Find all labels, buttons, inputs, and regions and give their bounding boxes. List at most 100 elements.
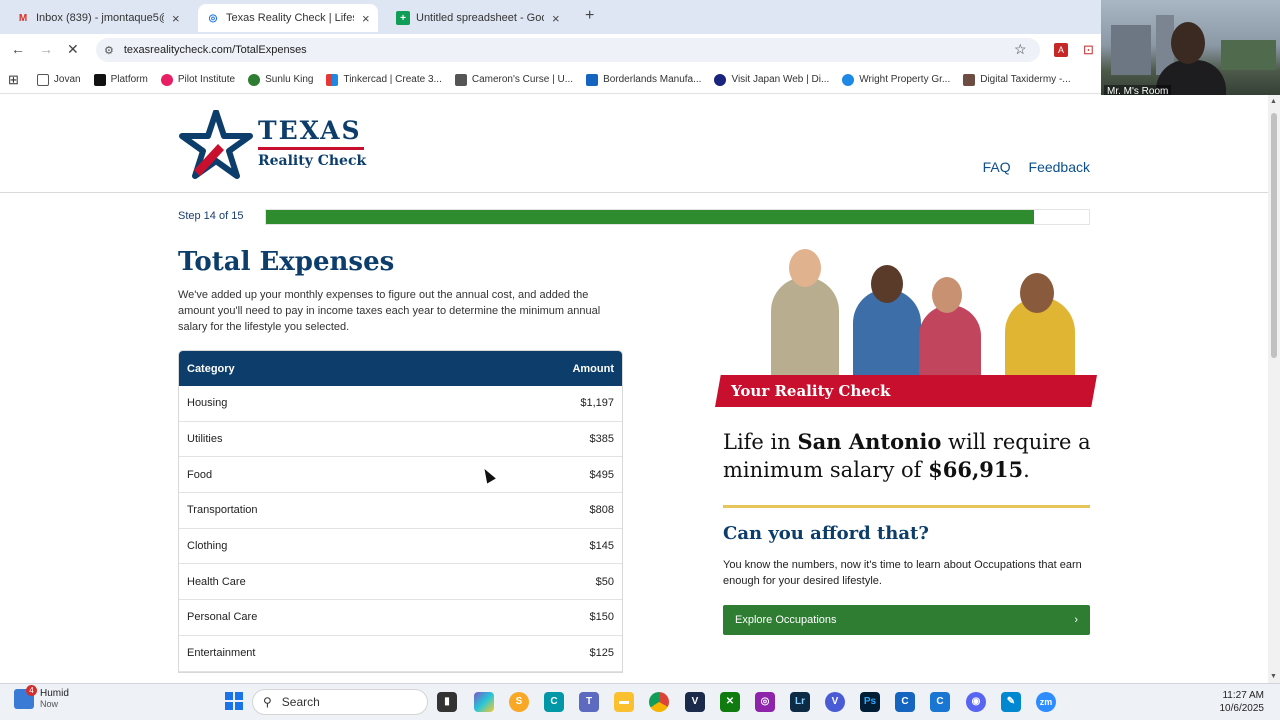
bookmark-label: Pilot Institute [177,74,236,85]
forward-icon[interactable]: → [39,41,53,57]
city-name: San Antonio [797,429,942,454]
wright-property-icon [842,73,855,86]
bookmark-label: Tinkercad | Create 3... [343,74,442,85]
apps-icon[interactable]: ⊞ [8,72,19,88]
close-icon[interactable]: × [362,11,370,26]
clock-date: 10/6/2025 [1219,703,1265,714]
address-bar: ← → ✕ ⚙ texasrealitycheck.com/TotalExpen… [0,34,1101,66]
feedback-link[interactable]: Feedback [1029,159,1090,175]
page-scrollbar[interactable]: ▲ ▼ [1268,95,1280,683]
bookmark-item[interactable]: Pilot Institute [160,73,236,86]
photo-person [932,277,962,313]
v-app-icon[interactable]: V [685,692,705,712]
amount-cell: $125 [589,647,614,660]
page-content: TEXAS Reality Check FAQ Feedback Step 14… [0,95,1268,683]
sheets-icon: + [396,11,410,25]
bookmark-label: Borderlands Manufa... [603,74,702,85]
table-row: Utilities $385 [179,422,622,458]
category-cell: Health Care [187,575,246,588]
site-info-icon[interactable]: ⚙ [104,44,114,57]
c-app-2-icon[interactable]: C [895,692,915,712]
s-app-icon[interactable]: S [509,692,529,712]
tab-texas-reality-check[interactable]: ◎ Texas Reality Check | Lifestyle C × [198,4,378,32]
bookmark-item[interactable]: Platform [93,73,148,86]
webcam-background [1221,40,1276,70]
step-indicator: Step 14 of 15 [178,210,244,222]
photo-person [771,277,839,377]
close-icon[interactable]: × [172,11,180,26]
site-logo[interactable]: TEXAS Reality Check [178,109,368,180]
bookmark-item[interactable]: Tinkercad | Create 3... [326,73,442,86]
bookmark-star-icon[interactable]: ☆ [1014,41,1027,58]
file-explorer-icon[interactable]: ▬ [614,692,634,712]
people-photo [735,245,1090,377]
folder-icon [36,73,49,86]
scroll-down-icon[interactable]: ▼ [1270,673,1277,680]
bookmark-item[interactable]: Digital Taxidermy -... [963,73,1071,86]
stop-loading-icon[interactable]: ✕ [67,41,79,58]
v-circle-app-icon[interactable]: V [825,692,845,712]
divider [723,505,1090,508]
sunlu-icon [248,73,261,86]
button-label: Explore Occupations [735,614,837,626]
lightroom-icon[interactable]: Lr [790,692,810,712]
bookmark-item[interactable]: Sunlu King [248,73,314,86]
table-row: Personal Care $150 [179,600,622,636]
paint-app-icon[interactable]: ✎ [1001,692,1021,712]
start-icon[interactable] [225,692,243,710]
tab-gmail[interactable]: M Inbox (839) - jmontaque5@gm × [8,4,188,32]
scrollbar-thumb[interactable] [1271,113,1277,358]
expenses-table: Category Amount Housing $1,197 Utilities $3… [178,350,623,673]
system-clock[interactable]: 11:27 AM 10/6/2025 [1220,689,1265,715]
table-row: Housing $1,197 [179,386,622,422]
tab-title: Untitled spreadsheet - Google S [416,12,544,24]
salary-text-pre: Life in [723,430,798,454]
pdf-extension-icon[interactable]: A [1054,43,1068,57]
xbox-icon[interactable]: ✕ [720,692,740,712]
weather-widget[interactable]: 4 Humid Now [14,684,69,709]
c-app-3-icon[interactable]: C [930,692,950,712]
tab-spreadsheet[interactable]: + Untitled spreadsheet - Google S × [388,4,568,32]
bookmark-item[interactable]: Visit Japan Web | Di... [714,73,830,86]
category-cell: Transportation [187,504,258,517]
star-logo-icon [179,109,253,179]
salary-statement: Life in San Antonio will require a minim… [723,428,1093,484]
back-icon[interactable]: ← [11,41,25,57]
faq-link[interactable]: FAQ [983,159,1011,175]
category-cell: Personal Care [187,611,258,624]
c-app-icon[interactable]: C [544,692,564,712]
progress-bar [265,209,1090,225]
chrome-icon[interactable] [649,692,669,712]
close-icon[interactable]: × [552,11,560,26]
webcam-overlay: Mr. M's Room [1101,0,1280,101]
scroll-up-icon[interactable]: ▲ [1270,98,1277,105]
screenshot-extension-icon[interactable]: ⊡ [1083,42,1094,58]
photo-person [1020,273,1054,313]
zoom-icon[interactable]: zm [1036,692,1056,712]
copilot-icon[interactable] [474,692,494,712]
visit-japan-icon [714,73,727,86]
logo-subtitle: Reality Check [258,153,367,169]
bookmark-item[interactable]: Wright Property Gr... [842,73,950,86]
bookmark-label: Visit Japan Web | Di... [731,74,830,85]
table-row: Entertainment $125 [179,636,622,672]
discord-icon[interactable]: ◉ [966,692,986,712]
taskbar-search[interactable]: ⚲ Search [252,689,428,715]
column-header-category: Category [187,362,235,375]
new-tab-icon[interactable]: + [585,7,594,25]
photo-person [871,265,903,303]
afford-heading: Can you afford that? [723,523,929,544]
bookmark-item[interactable]: Cameron's Curse | U... [454,73,573,86]
explore-occupations-button[interactable]: Explore Occupations › [723,605,1090,635]
photoshop-icon[interactable]: Ps [860,692,880,712]
bookmark-item[interactable]: Borderlands Manufa... [586,73,702,86]
bookmark-item[interactable]: Jovan [36,73,81,86]
bookmark-label: Sunlu King [265,74,314,85]
task-view-icon[interactable]: ▮ [437,692,457,712]
amount-cell: $385 [589,433,614,446]
url-text: texasrealitycheck.com/TotalExpenses [123,44,307,56]
bookmark-label: Platform [110,74,148,85]
teams-icon[interactable]: T [579,692,599,712]
camera-app-icon[interactable]: ◎ [755,692,775,712]
url-field[interactable]: ⚙ texasrealitycheck.com/TotalExpenses [96,38,1040,62]
